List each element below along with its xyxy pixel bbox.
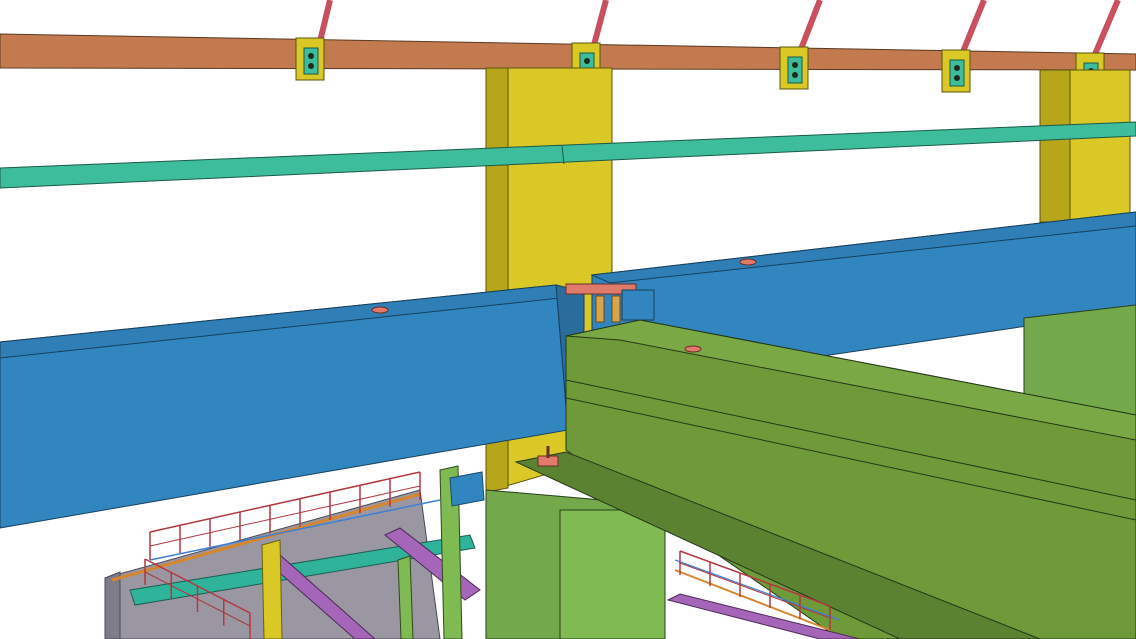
splice-bracket bbox=[621, 289, 655, 321]
clip-bolt-top bbox=[792, 62, 798, 68]
lower-yellow-post[interactable] bbox=[261, 539, 283, 639]
clip-angle bbox=[787, 56, 803, 84]
yellow-column-right-side bbox=[1039, 69, 1071, 223]
3d-model-viewport[interactable] bbox=[0, 0, 1136, 639]
clip-bolt-bottom bbox=[954, 75, 960, 81]
clip-bolt-top bbox=[308, 53, 314, 59]
clip-bolt-bottom bbox=[308, 63, 314, 69]
lower-blue-block[interactable] bbox=[449, 471, 485, 507]
lower-frame-slab-side bbox=[104, 571, 121, 639]
purlin-clip[interactable] bbox=[295, 37, 325, 81]
clip-bolt-top bbox=[954, 65, 960, 71]
steel-structure-model-render[interactable] bbox=[0, 0, 1136, 639]
clip-angle bbox=[949, 59, 965, 87]
splice-angle-2 bbox=[611, 295, 621, 323]
support-column-side bbox=[559, 509, 666, 639]
clip-bolt-top bbox=[584, 58, 590, 64]
clip-angle bbox=[303, 47, 319, 75]
lower-green-post-2[interactable] bbox=[397, 555, 414, 639]
beam-bolt-right[interactable] bbox=[739, 258, 757, 266]
splice-angle-1 bbox=[595, 295, 605, 323]
clip-bolt-bottom bbox=[792, 72, 798, 78]
girder-bolt[interactable] bbox=[684, 345, 702, 353]
beam-bolt-left[interactable] bbox=[371, 306, 389, 314]
purlin-clip[interactable] bbox=[941, 49, 971, 93]
purlin-clip[interactable] bbox=[779, 46, 809, 90]
